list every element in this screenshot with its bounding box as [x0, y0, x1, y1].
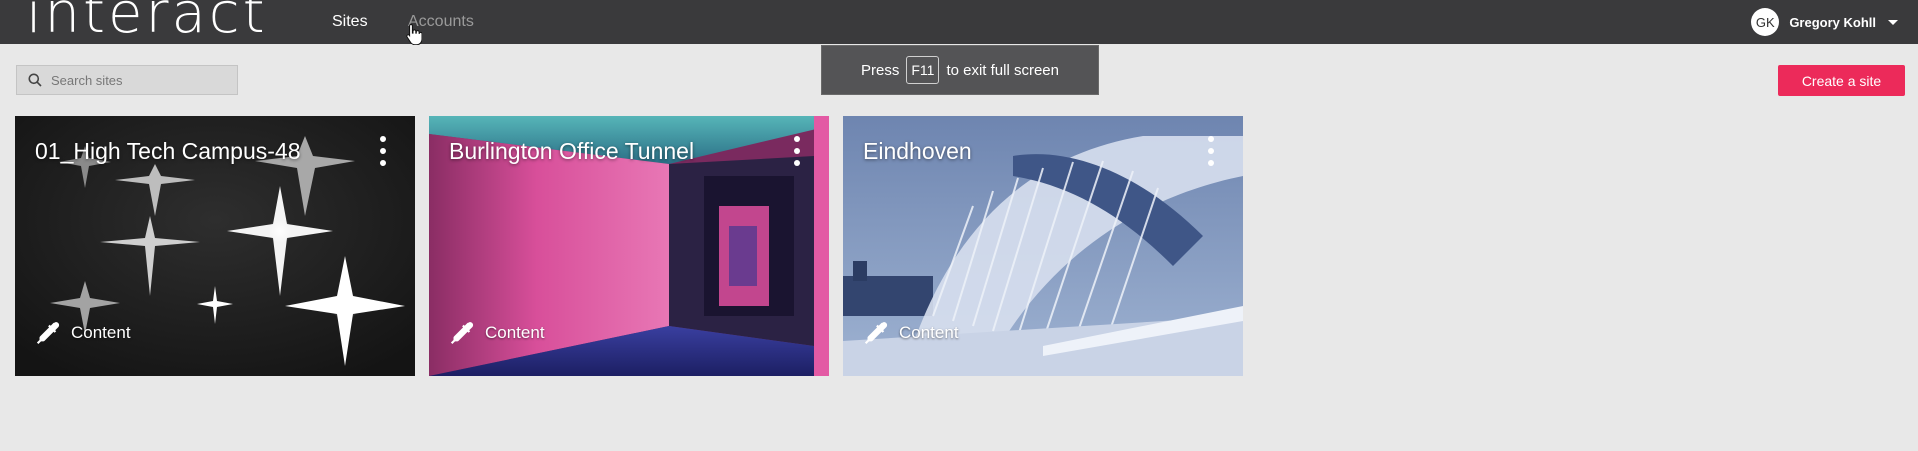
content-label: Content [899, 323, 959, 342]
content-link[interactable]: Content [863, 320, 959, 346]
user-name: Gregory Kohll [1789, 14, 1876, 30]
site-card[interactable]: 01_High Tech Campus-48 Content [15, 116, 415, 376]
more-options-icon[interactable] [793, 136, 801, 166]
f11-key: F11 [906, 56, 940, 84]
eyedropper-icon [36, 322, 60, 344]
hand-pointer-icon [406, 23, 422, 45]
site-card-title[interactable]: 01_High Tech Campus-48 [35, 137, 301, 165]
search-input[interactable] [51, 72, 221, 88]
eyedropper-icon [864, 322, 888, 344]
eyedropper-icon [450, 322, 474, 344]
avatar: GK [1751, 8, 1780, 36]
more-options-icon[interactable] [379, 136, 387, 166]
fullscreen-notice-suffix: to exit full screen [946, 61, 1059, 79]
top-bar: interact Sites Accounts GK Gregory Kohll [0, 0, 1918, 45]
content-label: Content [485, 323, 545, 342]
search-icon [28, 73, 42, 87]
app-logo[interactable]: interact [26, 0, 268, 44]
content-link[interactable]: Content [449, 320, 545, 346]
chevron-down-icon [1888, 19, 1898, 25]
fullscreen-notice-prefix: Press [861, 61, 900, 79]
create-site-button[interactable]: Create a site [1778, 65, 1905, 96]
site-card-title[interactable]: Eindhoven [863, 137, 972, 165]
more-options-icon[interactable] [1207, 136, 1215, 166]
content-label: Content [71, 323, 131, 342]
nav-sites[interactable]: Sites [332, 12, 368, 32]
user-menu[interactable]: GK Gregory Kohll [1751, 8, 1898, 36]
site-card[interactable]: Eindhoven Content [843, 116, 1243, 376]
site-card-title[interactable]: Burlington Office Tunnel [449, 137, 694, 165]
site-card[interactable]: Burlington Office Tunnel Content [429, 116, 829, 376]
fullscreen-notice: Press F11 to exit full screen [821, 45, 1099, 95]
search-box[interactable] [16, 65, 238, 95]
content-link[interactable]: Content [35, 320, 131, 346]
